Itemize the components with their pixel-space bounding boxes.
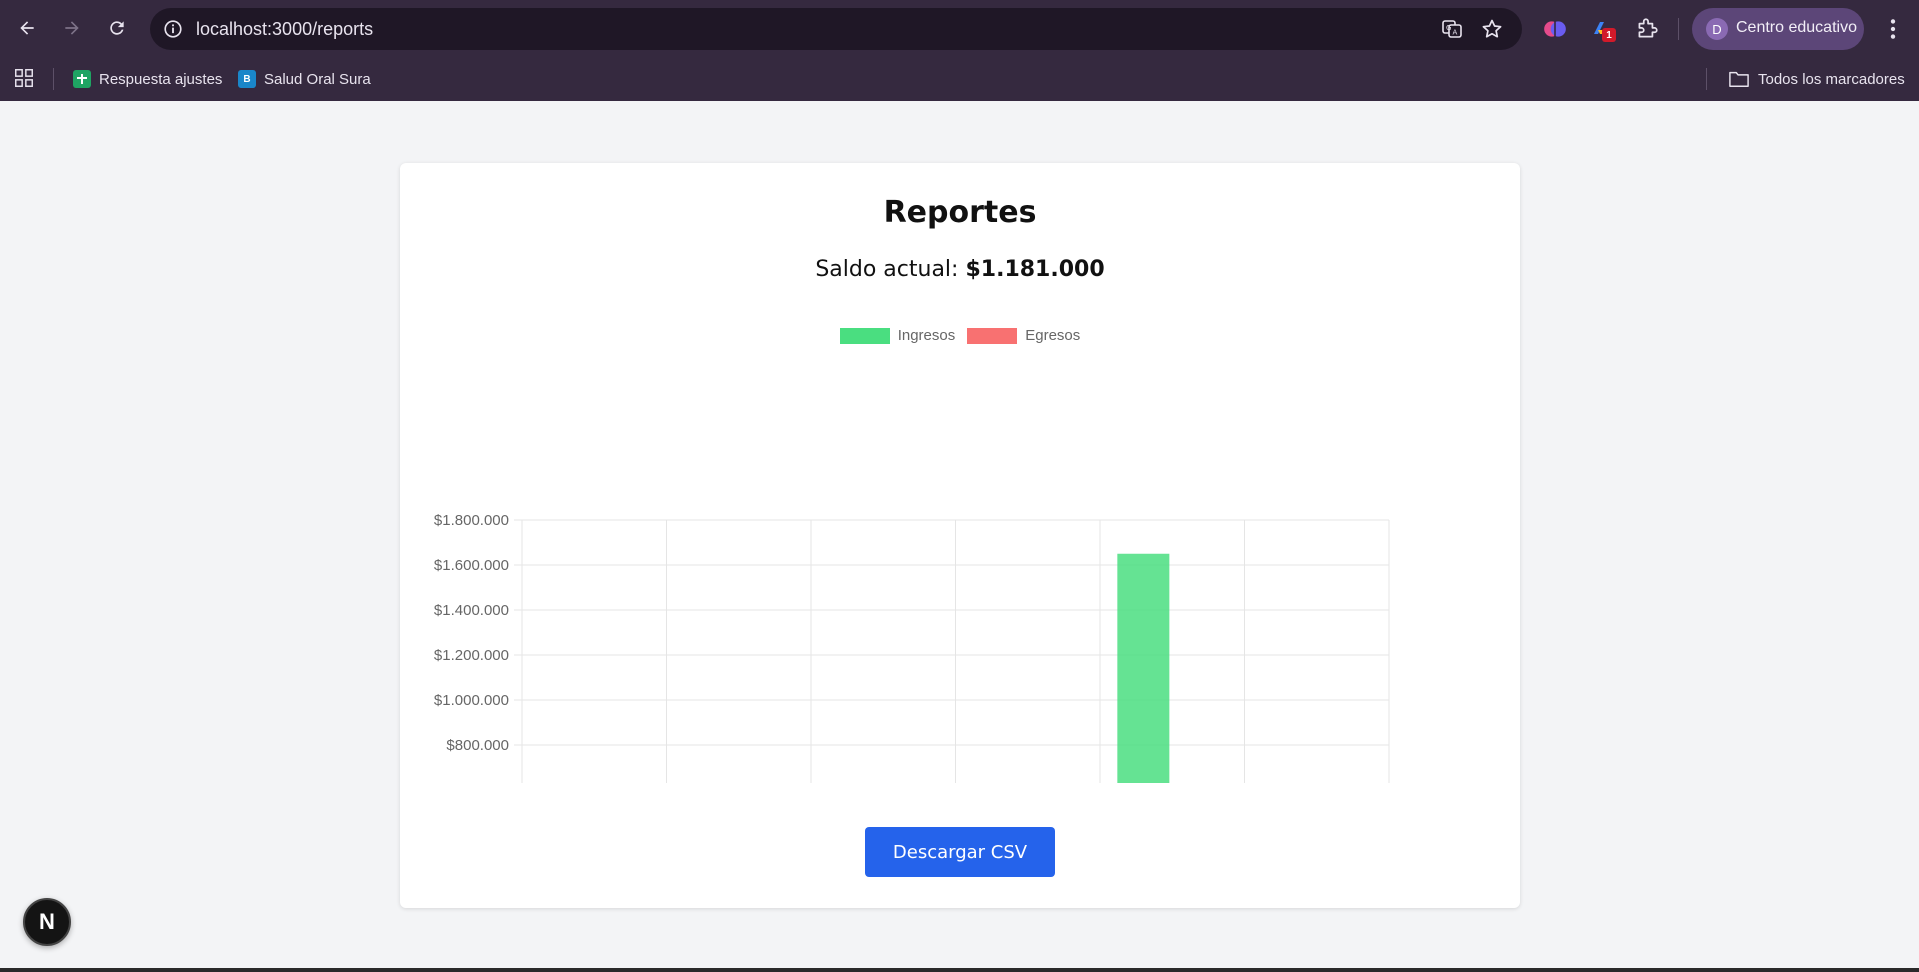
extension-with-badge[interactable]: 1 — [1590, 16, 1616, 42]
balance-value: $1.181.000 — [965, 257, 1105, 282]
y-tick-label: $1.200.000 — [434, 647, 509, 664]
y-tick-label: $800.000 — [446, 737, 509, 754]
bar-ingresos-sueldo — [1117, 553, 1170, 783]
y-tick-label: $600.000 — [446, 782, 509, 783]
svg-text:A: A — [1453, 29, 1458, 37]
profile-name: Centro educativo — [1736, 19, 1857, 36]
translate-icon[interactable]: G A — [1440, 17, 1464, 41]
reload-icon — [110, 21, 124, 35]
url-text[interactable]: localhost:3000/reports — [196, 19, 373, 40]
toolbar-divider — [1678, 18, 1679, 40]
reports-card: Reportes Saldo actual: $1.181.000 Ingres… — [400, 163, 1520, 908]
reload-button[interactable] — [101, 12, 133, 44]
legend-swatch — [967, 327, 1018, 344]
extension-badge: 1 — [1602, 28, 1616, 42]
legend-item-ingresos[interactable]: Ingresos — [839, 327, 956, 344]
bookmark-label: Respuesta ajustes — [99, 70, 223, 88]
download-csv-button[interactable]: Descargar CSV — [865, 827, 1055, 877]
bookmarks-divider — [1706, 68, 1707, 90]
y-tick-label: $1.000.000 — [434, 692, 509, 709]
y-tick-label: $1.400.000 — [434, 602, 509, 619]
bottom-border — [0, 968, 1919, 972]
chart-legend: Ingresos Egresos — [400, 327, 1520, 344]
sheets-icon — [73, 70, 91, 88]
legend-label: Ingresos — [897, 327, 956, 344]
legend-swatch — [839, 327, 890, 344]
forward-button[interactable] — [56, 12, 88, 44]
forward-arrow-icon — [65, 21, 79, 35]
y-tick-label: $1.600.000 — [434, 557, 509, 574]
address-bar[interactable]: localhost:3000/reports G A — [150, 8, 1522, 50]
profile-chip[interactable]: D Centro educativo — [1692, 8, 1864, 50]
legend-label: Egresos — [1025, 327, 1081, 344]
extensions-puzzle-icon[interactable] — [1634, 16, 1660, 42]
brain-extension-icon[interactable] — [1542, 16, 1568, 42]
bookings-icon: B — [238, 70, 256, 88]
site-info-icon[interactable] — [162, 18, 184, 40]
bookmark-star-icon[interactable] — [1480, 17, 1504, 41]
apps-grid-icon[interactable] — [13, 67, 35, 89]
bar-chart: $0$200.000$400.000$600.000$800.000$1.000… — [434, 512, 1390, 783]
y-tick-label: $1.800.000 — [434, 512, 509, 529]
bookmark-salud-oral-sura[interactable]: B Salud Oral Sura — [238, 67, 371, 91]
bookmarks-divider — [53, 68, 54, 90]
bookmark-respuesta-ajustes[interactable]: Respuesta ajustes — [73, 67, 222, 91]
all-bookmarks-label: Todos los marcadores — [1758, 70, 1905, 88]
all-bookmarks-button[interactable]: Todos los marcadores — [1728, 67, 1905, 91]
svg-text:G: G — [1446, 24, 1451, 32]
page-title: Reportes — [883, 195, 1037, 230]
back-button[interactable] — [11, 12, 43, 44]
bookmarks-bar: Respuesta ajustes B Salud Oral Sura Todo… — [0, 57, 1919, 101]
bookmark-label: Salud Oral Sura — [264, 70, 371, 88]
browser-toolbar: localhost:3000/reports G A 1 D Centro ed… — [0, 0, 1919, 57]
avatar: D — [1706, 18, 1728, 40]
balance-label: Saldo actual: — [815, 257, 959, 282]
legend-item-egresos[interactable]: Egresos — [967, 327, 1080, 344]
folder-icon — [1729, 71, 1749, 88]
back-arrow-icon — [20, 21, 34, 35]
browser-menu-icon[interactable] — [1880, 16, 1906, 42]
nextjs-dev-badge[interactable]: N — [23, 898, 71, 946]
balance-summary: Saldo actual: $1.181.000 — [400, 257, 1520, 282]
